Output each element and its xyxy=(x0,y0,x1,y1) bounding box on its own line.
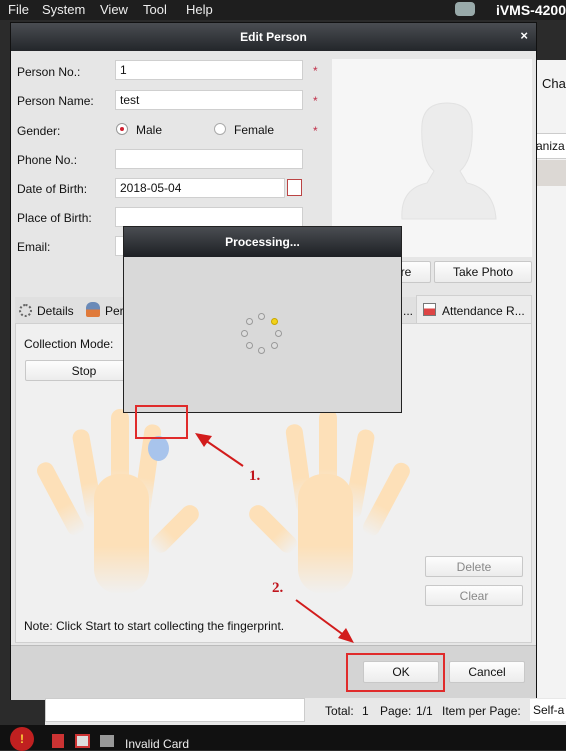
status-text: Invalid Card xyxy=(125,737,190,751)
annotation-arrows xyxy=(195,433,354,643)
page-value: 1/1 xyxy=(416,704,433,718)
per-page-select[interactable]: Self-a xyxy=(530,699,566,721)
pager-bar: Total: 1 Page: 1/1 Item per Page: Self-a xyxy=(45,698,566,725)
annotation-step-2: 2. xyxy=(272,580,284,596)
total-label: Total: xyxy=(325,704,354,718)
page-label: Page: xyxy=(380,704,412,718)
video-icon[interactable] xyxy=(75,734,90,748)
warning-icon[interactable]: ! xyxy=(10,727,34,751)
per-page-label: Item per Page: xyxy=(442,704,521,718)
annotation-step-1: 1. xyxy=(249,468,261,484)
status-bar: ! Invalid Card xyxy=(0,725,566,751)
alarm-icon[interactable] xyxy=(52,734,64,748)
audio-icon[interactable] xyxy=(100,735,114,747)
total-value: 1 xyxy=(362,704,369,718)
